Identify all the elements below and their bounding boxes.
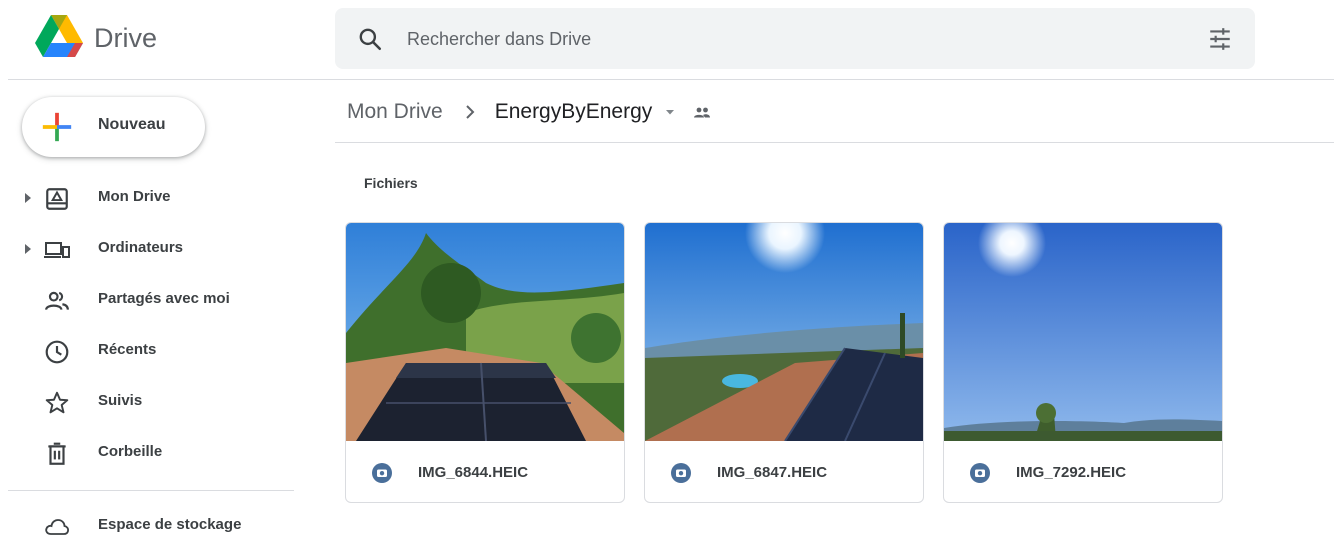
cloud-icon	[45, 519, 69, 535]
expand-arrow-icon[interactable]	[24, 243, 32, 255]
drive-icon	[46, 188, 68, 210]
new-button[interactable]: Nouveau	[22, 97, 205, 157]
file-thumbnail[interactable]	[645, 223, 923, 441]
shared-people-icon	[45, 291, 69, 311]
sidebar-item-storage[interactable]: Espace de stockage	[0, 503, 300, 537]
sidebar-item-label: Espace de stockage	[98, 516, 242, 533]
trash-icon	[48, 442, 66, 465]
photo-icon	[671, 463, 691, 483]
file-name[interactable]: IMG_6844.HEIC	[418, 464, 528, 481]
computers-icon	[44, 242, 70, 258]
dropdown-arrow-icon[interactable]	[664, 106, 676, 118]
plus-icon	[42, 112, 72, 142]
photo-icon	[372, 463, 392, 483]
search-icon[interactable]	[357, 26, 383, 52]
section-title-files: Fichiers	[364, 175, 418, 191]
new-button-label: Nouveau	[98, 116, 166, 133]
sidebar-item-label: Suivis	[98, 392, 143, 409]
file-thumbnail[interactable]	[346, 223, 624, 441]
sidebar-divider	[8, 490, 294, 491]
expand-arrow-icon[interactable]	[24, 192, 32, 204]
sidebar-item-label: Ordinateurs	[98, 239, 184, 256]
file-card[interactable]: IMG_6847.HEIC	[644, 222, 924, 503]
file-card[interactable]: IMG_7292.HEIC	[943, 222, 1223, 503]
file-name[interactable]: IMG_7292.HEIC	[1016, 464, 1126, 481]
chevron-right-icon	[465, 105, 475, 119]
tune-icon[interactable]	[1207, 26, 1233, 52]
search-input[interactable]	[407, 22, 1167, 56]
sidebar-item-label: Partagés avec moi	[98, 290, 230, 307]
sidebar-item-label: Mon Drive	[98, 188, 171, 205]
sidebar-item-recents[interactable]: Récents	[0, 328, 300, 374]
breadcrumb-root[interactable]: Mon Drive	[347, 100, 443, 124]
file-thumbnail[interactable]	[944, 223, 1222, 441]
sidebar-item-mon-drive[interactable]: Mon Drive	[0, 175, 300, 221]
content-divider	[335, 142, 1334, 143]
drive-logo-icon[interactable]	[35, 15, 83, 59]
photo-icon	[970, 463, 990, 483]
star-icon	[45, 391, 69, 414]
sidebar-item-corbeille[interactable]: Corbeille	[0, 430, 300, 476]
file-name[interactable]: IMG_6847.HEIC	[717, 464, 827, 481]
clock-icon	[45, 340, 69, 364]
sidebar-item-suivis[interactable]: Suivis	[0, 379, 300, 425]
app-title[interactable]: Drive	[94, 21, 157, 55]
breadcrumb-current-folder[interactable]: EnergyByEnergy	[495, 100, 653, 124]
search-bar[interactable]	[335, 8, 1255, 69]
sidebar-item-label: Corbeille	[98, 443, 163, 460]
shared-folder-icon[interactable]	[690, 100, 714, 124]
header-divider	[8, 79, 1334, 80]
sidebar-item-partages[interactable]: Partagés avec moi	[0, 277, 300, 323]
breadcrumb: Mon Drive EnergyByEnergy	[347, 96, 714, 128]
sidebar-item-ordinateurs[interactable]: Ordinateurs	[0, 226, 300, 272]
file-card[interactable]: IMG_6844.HEIC	[345, 222, 625, 503]
sidebar-item-label: Récents	[98, 341, 157, 358]
